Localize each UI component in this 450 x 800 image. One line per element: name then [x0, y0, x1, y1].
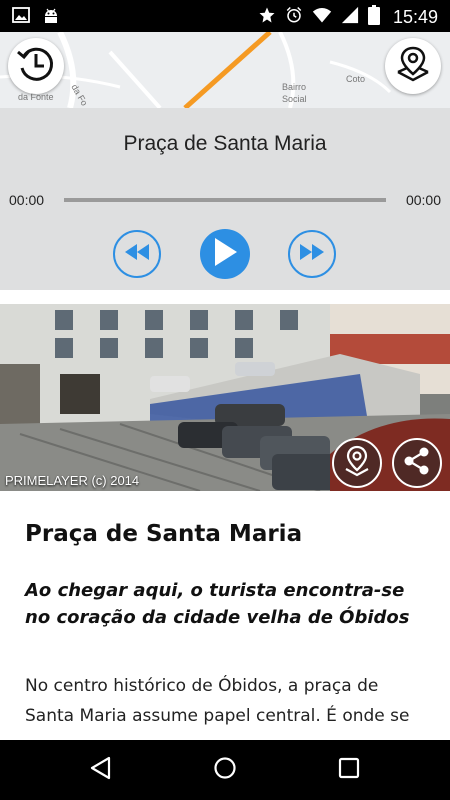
photo-location-button[interactable] — [332, 438, 382, 488]
progress-slider[interactable] — [64, 198, 386, 202]
place-photo: PRIMELAYER (c) 2014 — [0, 304, 450, 491]
image-icon — [12, 6, 30, 28]
location-pin-icon — [342, 445, 372, 481]
signal-icon — [341, 6, 359, 28]
fast-forward-icon — [300, 244, 324, 264]
article-title: Praça de Santa Maria — [25, 521, 303, 547]
recents-square-icon — [338, 757, 360, 783]
photo-scene — [0, 304, 450, 491]
android-icon — [42, 6, 60, 28]
article-lead: Ao chegar aqui, o turista encontra-se no… — [25, 580, 410, 628]
locate-button[interactable] — [385, 38, 441, 94]
map-label: Bairro — [282, 82, 307, 92]
play-button[interactable] — [200, 229, 250, 279]
spacer — [0, 290, 450, 304]
navigation-bar — [0, 740, 450, 800]
share-icon — [402, 446, 432, 480]
recents-button[interactable] — [333, 754, 365, 786]
history-button[interactable] — [8, 38, 64, 94]
article-body: No centro histórico de Óbidos, a praça d… — [25, 676, 410, 726]
fast-forward-button[interactable] — [288, 230, 336, 278]
clock: 15:49 — [392, 6, 438, 27]
home-circle-icon — [213, 756, 237, 784]
map-pin-icon — [393, 44, 433, 88]
alarm-icon — [285, 6, 303, 28]
total-time: 00:00 — [405, 192, 441, 208]
share-button[interactable] — [392, 438, 442, 488]
map-label: Social — [282, 94, 307, 104]
clock-history-icon — [14, 42, 58, 90]
play-icon — [213, 238, 237, 270]
map-view[interactable]: da Fonte Coto Bairro Social da Fo — [0, 32, 450, 108]
map-roads — [0, 32, 392, 108]
audio-player: Praça de Santa Maria 00:00 00:00 — [0, 108, 450, 290]
elapsed-time: 00:00 — [9, 192, 45, 208]
back-triangle-icon — [89, 756, 111, 784]
status-bar: 15:49 — [0, 0, 450, 32]
photo-credit: PRIMELAYER (c) 2014 — [5, 473, 140, 488]
battery-icon — [367, 5, 380, 29]
wifi-icon — [312, 6, 332, 28]
player-title: Praça de Santa Maria — [123, 132, 327, 155]
rewind-icon — [125, 244, 149, 264]
home-button[interactable] — [209, 754, 241, 786]
article[interactable]: Praça de Santa Maria Ao chegar aqui, o t… — [0, 491, 450, 740]
star-icon — [258, 6, 276, 28]
map-label: Coto — [346, 74, 366, 84]
back-button[interactable] — [84, 754, 116, 786]
rewind-button[interactable] — [113, 230, 161, 278]
